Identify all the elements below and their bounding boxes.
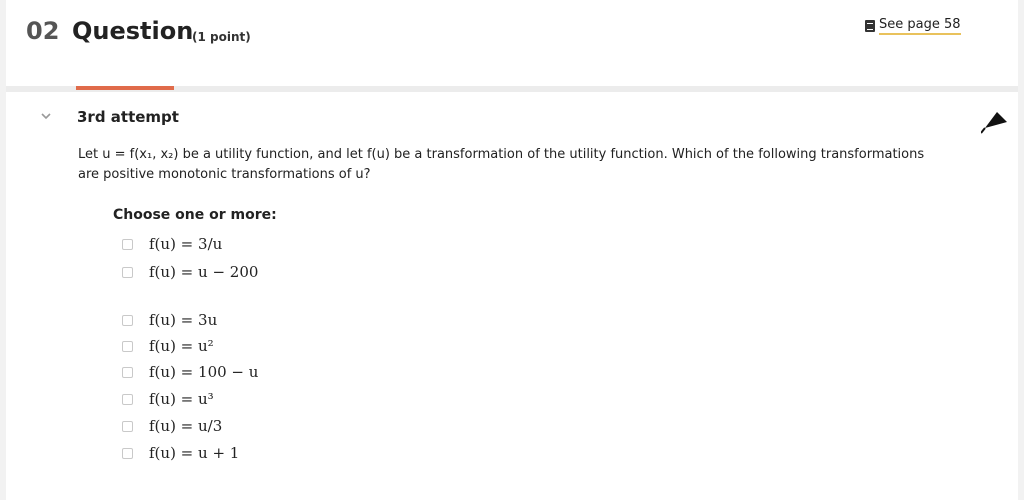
prompt-line-1: Let u = f(x₁, x₂) be a utility function,… bbox=[78, 147, 925, 162]
attempt-accent-bar bbox=[76, 86, 174, 90]
checkbox[interactable] bbox=[122, 420, 133, 432]
option-label: f(u) = u/3 bbox=[149, 417, 223, 435]
option-8[interactable]: f(u) = u + 1 bbox=[122, 443, 239, 463]
option-label: f(u) = 100 − u bbox=[149, 363, 259, 381]
option-2[interactable]: f(u) = u − 200 bbox=[122, 262, 258, 282]
checkbox[interactable] bbox=[122, 447, 133, 459]
option-label: f(u) = u + 1 bbox=[149, 444, 240, 462]
checkbox[interactable] bbox=[122, 238, 133, 250]
attempt-label: 3rd attempt bbox=[77, 108, 179, 126]
option-label: f(u) = u − 200 bbox=[149, 263, 259, 281]
option-7[interactable]: f(u) = u/3 bbox=[122, 416, 222, 436]
checkbox[interactable] bbox=[122, 393, 133, 405]
flag-icon[interactable] bbox=[981, 106, 1011, 134]
option-label: f(u) = u³ bbox=[149, 390, 214, 408]
option-label: f(u) = 3/u bbox=[149, 235, 223, 253]
prompt-line-2: are positive monotonic transformations o… bbox=[78, 167, 371, 182]
question-number: 02 bbox=[26, 17, 60, 45]
option-label: f(u) = 3u bbox=[149, 311, 218, 329]
document-icon bbox=[865, 20, 875, 32]
see-page-label: See page 58 bbox=[879, 17, 961, 35]
checkbox[interactable] bbox=[122, 366, 133, 378]
question-prompt: Let u = f(x₁, x₂) be a utility function,… bbox=[78, 145, 968, 185]
option-6[interactable]: f(u) = u³ bbox=[122, 389, 214, 409]
chevron-down-icon[interactable] bbox=[40, 110, 52, 122]
option-5[interactable]: f(u) = 100 − u bbox=[122, 362, 258, 382]
question-points: (1 point) bbox=[192, 30, 251, 44]
checkbox[interactable] bbox=[122, 266, 133, 278]
question-title: Question bbox=[72, 17, 194, 45]
option-4[interactable]: f(u) = u² bbox=[122, 336, 214, 356]
option-3[interactable]: f(u) = 3u bbox=[122, 310, 217, 330]
option-label: f(u) = u² bbox=[149, 337, 214, 355]
checkbox[interactable] bbox=[122, 340, 133, 352]
option-1[interactable]: f(u) = 3/u bbox=[122, 234, 222, 254]
choose-instruction: Choose one or more: bbox=[113, 207, 277, 223]
checkbox[interactable] bbox=[122, 314, 133, 326]
see-page-link[interactable]: See page 58 bbox=[865, 17, 961, 35]
